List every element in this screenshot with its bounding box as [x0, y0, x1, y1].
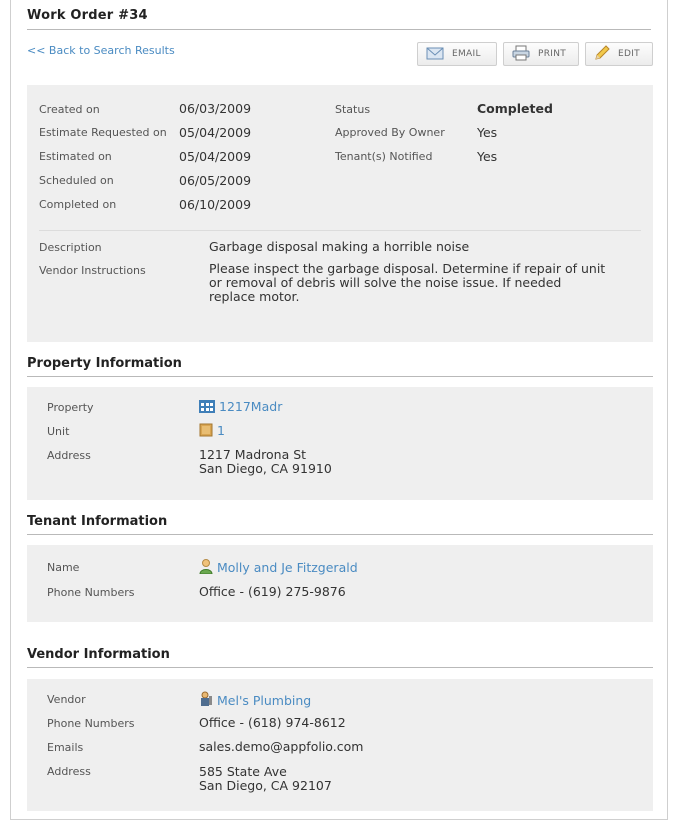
page-title: Work Order #34	[27, 8, 148, 23]
work-order-details-panel: Created on 06/03/2009 Estimate Requested…	[27, 85, 653, 342]
tenant-panel: Name Molly and Je Fitzgerald Phone Numbe…	[27, 545, 653, 622]
property-section-title: Property Information	[27, 356, 182, 371]
approved-by-owner-value: Yes	[477, 125, 498, 140]
property-section-divider	[27, 376, 653, 377]
tenant-phone-label: Phone Numbers	[47, 586, 135, 599]
vendor-instructions-line: or removal of debris will solve the nois…	[209, 275, 562, 290]
work-order-page: Work Order #34 << Back to Search Results…	[10, 0, 668, 820]
email-label: EMAIL	[452, 49, 481, 59]
back-to-search-link[interactable]: << Back to Search Results	[27, 44, 175, 57]
completed-on-value: 06/10/2009	[179, 197, 252, 212]
vendor-value: Mel's Plumbing	[199, 691, 311, 710]
description-value: Garbage disposal making a horrible noise	[209, 239, 470, 254]
estimated-on-value: 05/04/2009	[179, 149, 252, 164]
unit-value: 1	[199, 423, 225, 440]
estimated-on-label: Estimated on	[39, 150, 112, 163]
email-button[interactable]: EMAIL	[417, 42, 497, 66]
status-label: Status	[335, 103, 371, 116]
scheduled-on-label: Scheduled on	[39, 174, 114, 187]
status-value: Completed	[477, 101, 553, 116]
estimate-requested-value: 05/04/2009	[179, 125, 252, 140]
vendor-instructions-value: Please inspect the garbage disposal. Det…	[209, 262, 605, 304]
created-on-value: 06/03/2009	[179, 101, 252, 116]
tenant-section-divider	[27, 534, 653, 535]
property-panel: Property 1217Madr Unit 1 Address 1217 Ma…	[27, 387, 653, 500]
property-label: Property	[47, 401, 94, 414]
vendor-section-divider	[27, 667, 653, 668]
vendor-address-label: Address	[47, 765, 91, 778]
unit-link[interactable]: 1	[217, 423, 225, 438]
title-divider	[27, 29, 651, 30]
created-on-label: Created on	[39, 103, 100, 116]
vendor-emails-label: Emails	[47, 741, 84, 754]
description-label: Description	[39, 241, 102, 254]
vendor-section-title: Vendor Information	[27, 647, 170, 662]
unit-label: Unit	[47, 425, 70, 438]
address-line: 585 State Ave	[199, 764, 287, 779]
vendor-instructions-line: replace motor.	[209, 289, 300, 304]
tenant-name-link[interactable]: Molly and Je Fitzgerald	[217, 560, 358, 575]
vendor-link[interactable]: Mel's Plumbing	[217, 693, 311, 708]
pencil-icon	[594, 44, 610, 64]
plumber-icon	[199, 691, 213, 710]
edit-label: EDIT	[618, 49, 640, 59]
estimate-requested-label: Estimate Requested on	[39, 126, 167, 139]
vendor-address: 585 State Ave San Diego, CA 92107	[199, 765, 332, 793]
tenant-phone-value: Office - (619) 275-9876	[199, 584, 346, 599]
print-label: PRINT	[538, 49, 567, 59]
tenant-name-label: Name	[47, 561, 80, 574]
property-value: 1217Madr	[199, 399, 282, 416]
address-label: Address	[47, 449, 91, 462]
address-line: San Diego, CA 91910	[199, 461, 332, 476]
tenant-name-value: Molly and Je Fitzgerald	[199, 559, 358, 577]
edit-button[interactable]: EDIT	[585, 42, 653, 66]
address-line: San Diego, CA 92107	[199, 778, 332, 793]
action-toolbar: EMAIL PRINT EDIT	[417, 42, 653, 66]
tenant-notified-label: Tenant(s) Notified	[335, 150, 433, 163]
address-line: 1217 Madrona St	[199, 447, 307, 462]
print-button[interactable]: PRINT	[503, 42, 579, 66]
vendor-instructions-line: Please inspect the garbage disposal. Det…	[209, 261, 606, 276]
vendor-panel: Vendor Mel's Plumbing Phone Numbers Offi…	[27, 679, 653, 811]
door-icon	[199, 423, 213, 440]
tenant-notified-value: Yes	[477, 149, 498, 164]
completed-on-label: Completed on	[39, 198, 117, 211]
vendor-emails-value: sales.demo@appfolio.com	[199, 739, 364, 754]
printer-icon	[512, 45, 530, 64]
vendor-instructions-label: Vendor Instructions	[39, 264, 146, 277]
property-link[interactable]: 1217Madr	[219, 399, 282, 414]
vendor-label: Vendor	[47, 693, 86, 706]
vendor-phone-value: Office - (618) 974-8612	[199, 715, 346, 730]
building-icon	[199, 400, 215, 416]
property-address: 1217 Madrona St San Diego, CA 91910	[199, 448, 332, 476]
approved-by-owner-label: Approved By Owner	[335, 126, 445, 139]
vendor-phone-label: Phone Numbers	[47, 717, 135, 730]
envelope-icon	[426, 46, 444, 63]
tenant-section-title: Tenant Information	[27, 514, 168, 529]
details-divider	[39, 230, 641, 231]
scheduled-on-value: 06/05/2009	[179, 173, 252, 188]
person-icon	[199, 559, 213, 577]
